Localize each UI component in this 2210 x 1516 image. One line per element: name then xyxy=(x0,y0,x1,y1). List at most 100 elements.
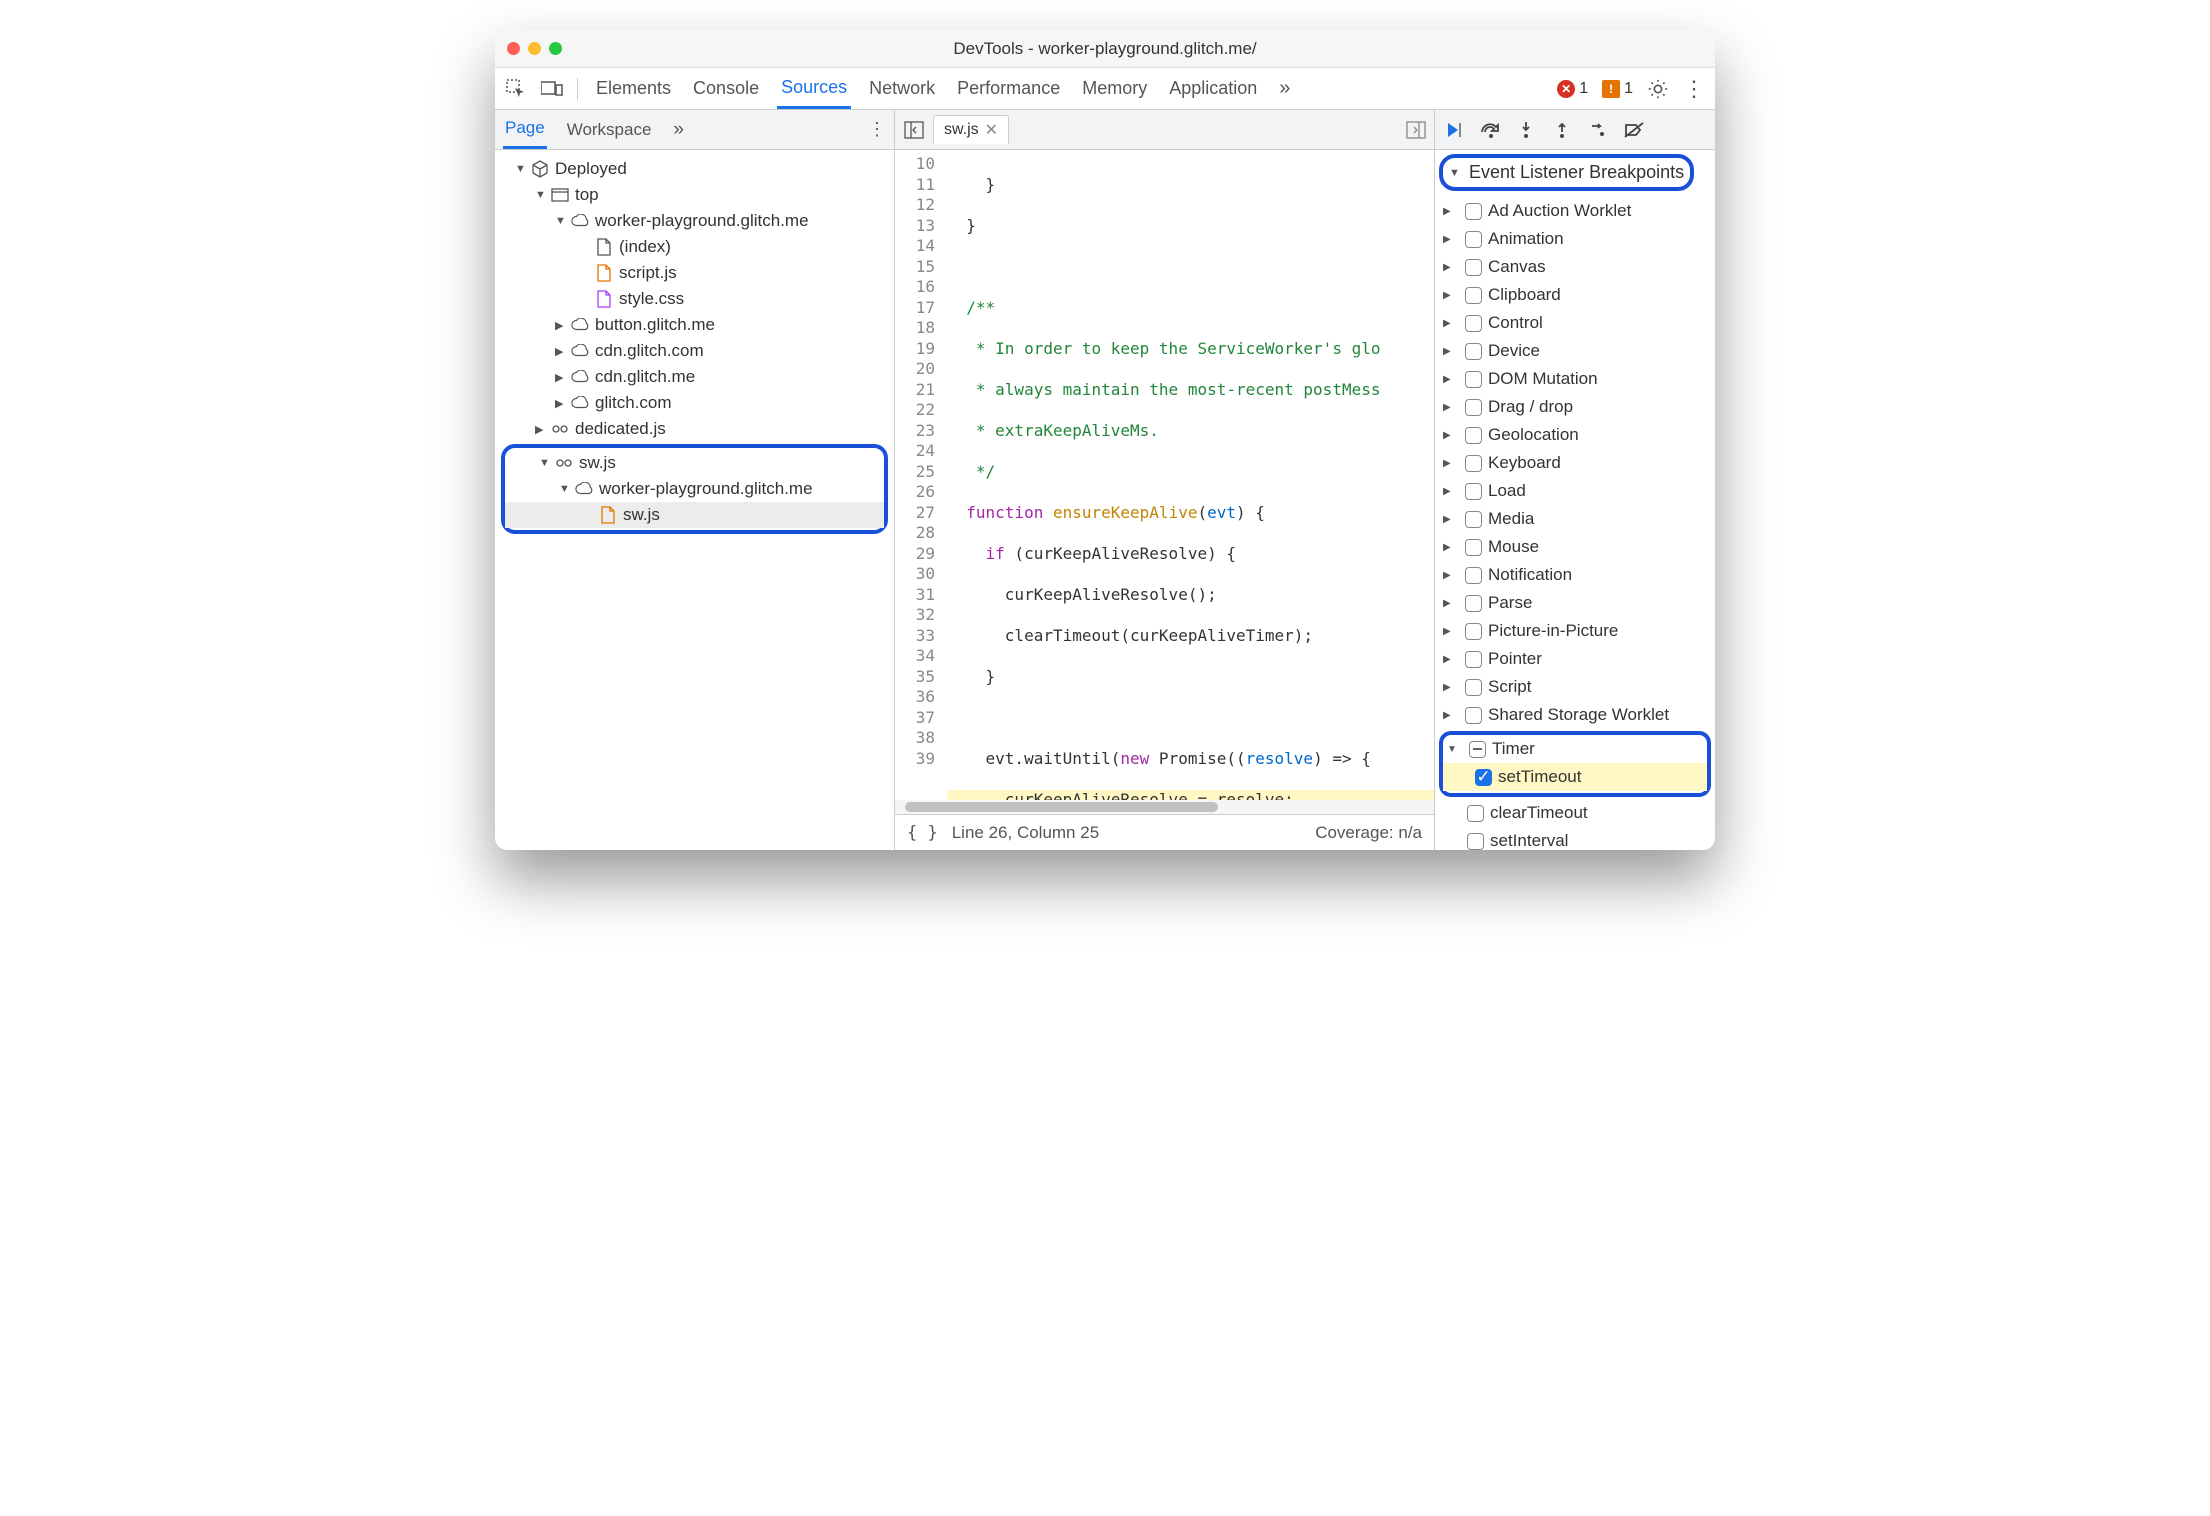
checkbox[interactable] xyxy=(1465,539,1482,556)
checkbox[interactable] xyxy=(1465,595,1482,612)
bp-category[interactable]: ▶Clipboard xyxy=(1435,281,1715,309)
horizontal-scrollbar[interactable] xyxy=(895,800,1434,814)
tree-node-origin-main[interactable]: ▼worker-playground.glitch.me xyxy=(495,208,894,234)
tree-node-dedicated[interactable]: ▶dedicated.js xyxy=(495,416,894,442)
tree-node-deployed[interactable]: ▼Deployed xyxy=(495,156,894,182)
tree-node-glitch[interactable]: ▶glitch.com xyxy=(495,390,894,416)
toggle-debugger-icon[interactable] xyxy=(1406,121,1426,139)
tree-file-index[interactable]: (index) xyxy=(495,234,894,260)
checkbox[interactable] xyxy=(1465,567,1482,584)
checkbox[interactable] xyxy=(1465,231,1482,248)
checkbox[interactable] xyxy=(1465,707,1482,724)
bp-category[interactable]: ▶Canvas xyxy=(1435,253,1715,281)
deactivate-breakpoints-icon[interactable] xyxy=(1621,117,1647,143)
cloud-icon xyxy=(575,480,593,498)
bp-category[interactable]: ▶Device xyxy=(1435,337,1715,365)
bp-category[interactable]: ▶Notification xyxy=(1435,561,1715,589)
step-icon[interactable] xyxy=(1585,117,1611,143)
scrollbar-thumb[interactable] xyxy=(905,802,1218,812)
bp-category[interactable]: ▶Media xyxy=(1435,505,1715,533)
bp-category[interactable]: ▶DOM Mutation xyxy=(1435,365,1715,393)
tree-node-cdn-me[interactable]: ▶cdn.glitch.me xyxy=(495,364,894,390)
tabs-overflow[interactable]: » xyxy=(1275,69,1294,108)
nav-overflow[interactable]: » xyxy=(671,111,686,149)
bp-category[interactable]: ▶Picture-in-Picture xyxy=(1435,617,1715,645)
close-tab-icon[interactable]: ✕ xyxy=(985,120,998,140)
more-menu-icon[interactable]: ⋮ xyxy=(1683,78,1705,100)
event-listener-breakpoints-header[interactable]: ▼ Event Listener Breakpoints xyxy=(1439,154,1694,191)
toggle-navigator-icon[interactable] xyxy=(903,119,925,141)
js-file-icon xyxy=(595,264,613,282)
tree-node-swjs[interactable]: ▼sw.js xyxy=(505,450,884,476)
tree-file-swjs[interactable]: sw.js xyxy=(505,502,884,528)
tree-node-top[interactable]: ▼top xyxy=(495,182,894,208)
checkbox[interactable] xyxy=(1465,399,1482,416)
bp-category[interactable]: ▶Ad Auction Worklet xyxy=(1435,197,1715,225)
bp-category[interactable]: ▶Drag / drop xyxy=(1435,393,1715,421)
file-tree: ▼Deployed ▼top ▼worker-playground.glitch… xyxy=(495,150,894,850)
bp-setinterval[interactable]: setInterval xyxy=(1435,827,1715,850)
nav-more-icon[interactable]: ⋮ xyxy=(868,119,886,140)
coverage-indicator: Coverage: n/a xyxy=(1315,823,1422,843)
checkbox[interactable] xyxy=(1465,315,1482,332)
checkbox[interactable] xyxy=(1465,259,1482,276)
bp-category[interactable]: ▶Parse xyxy=(1435,589,1715,617)
checkbox[interactable] xyxy=(1465,455,1482,472)
tab-application[interactable]: Application xyxy=(1165,70,1261,107)
tab-elements[interactable]: Elements xyxy=(592,70,675,107)
step-over-icon[interactable] xyxy=(1477,117,1503,143)
checkbox-checked[interactable]: ✓ xyxy=(1475,769,1492,786)
tab-console[interactable]: Console xyxy=(689,70,763,107)
checkbox[interactable] xyxy=(1465,651,1482,668)
tree-node-button[interactable]: ▶button.glitch.me xyxy=(495,312,894,338)
checkbox[interactable] xyxy=(1467,805,1484,822)
checkbox[interactable] xyxy=(1465,511,1482,528)
checkbox[interactable] xyxy=(1465,483,1482,500)
checkbox[interactable] xyxy=(1465,343,1482,360)
checkbox[interactable] xyxy=(1465,287,1482,304)
bp-cleartimeout[interactable]: clearTimeout xyxy=(1435,799,1715,827)
resume-icon[interactable] xyxy=(1441,117,1467,143)
tree-file-scriptjs[interactable]: script.js xyxy=(495,260,894,286)
navigator-panel: Page Workspace » ⋮ ▼Deployed ▼top ▼worke… xyxy=(495,110,895,850)
step-into-icon[interactable] xyxy=(1513,117,1539,143)
warning-badge[interactable]: ! 1 xyxy=(1602,80,1633,98)
checkbox[interactable] xyxy=(1467,833,1484,850)
tab-sources[interactable]: Sources xyxy=(777,69,851,109)
bp-category[interactable]: ▶Animation xyxy=(1435,225,1715,253)
inspect-element-icon[interactable] xyxy=(505,78,527,100)
tree-node-cdn-com[interactable]: ▶cdn.glitch.com xyxy=(495,338,894,364)
step-out-icon[interactable] xyxy=(1549,117,1575,143)
device-toolbar-icon[interactable] xyxy=(541,78,563,100)
page-tab[interactable]: Page xyxy=(503,110,547,149)
bp-category[interactable]: ▶Mouse xyxy=(1435,533,1715,561)
code-editor[interactable]: 1011121314151617181920212223242526272829… xyxy=(895,150,1434,800)
pretty-print-icon[interactable]: { } xyxy=(907,823,938,843)
checkbox[interactable] xyxy=(1465,679,1482,696)
bp-category-timer[interactable]: ▼Timer xyxy=(1443,735,1707,763)
settings-icon[interactable] xyxy=(1647,78,1669,100)
bp-category[interactable]: ▶Pointer xyxy=(1435,645,1715,673)
bp-settimeout[interactable]: ✓setTimeout xyxy=(1443,763,1707,791)
bp-category[interactable]: ▶Keyboard xyxy=(1435,449,1715,477)
tree-node-sw-origin[interactable]: ▼worker-playground.glitch.me xyxy=(505,476,884,502)
bp-category[interactable]: ▶Load xyxy=(1435,477,1715,505)
tree-file-stylecss[interactable]: style.css xyxy=(495,286,894,312)
checkbox[interactable] xyxy=(1465,623,1482,640)
bp-category[interactable]: ▶Control xyxy=(1435,309,1715,337)
bp-category[interactable]: ▶Script xyxy=(1435,673,1715,701)
file-tab-swjs[interactable]: sw.js ✕ xyxy=(933,115,1009,144)
error-badge[interactable]: ✕ 1 xyxy=(1557,80,1588,98)
checkbox[interactable] xyxy=(1465,203,1482,220)
bp-category[interactable]: ▶Geolocation xyxy=(1435,421,1715,449)
tab-network[interactable]: Network xyxy=(865,70,939,107)
checkbox[interactable] xyxy=(1465,371,1482,388)
checkbox-mixed[interactable] xyxy=(1469,741,1486,758)
tab-performance[interactable]: Performance xyxy=(953,70,1064,107)
checkbox[interactable] xyxy=(1465,427,1482,444)
worker-icon xyxy=(555,454,573,472)
bp-category[interactable]: ▶Shared Storage Worklet xyxy=(1435,701,1715,729)
code-content[interactable]: } } /** * In order to keep the ServiceWo… xyxy=(943,150,1434,800)
tab-memory[interactable]: Memory xyxy=(1078,70,1151,107)
workspace-tab[interactable]: Workspace xyxy=(565,112,654,148)
